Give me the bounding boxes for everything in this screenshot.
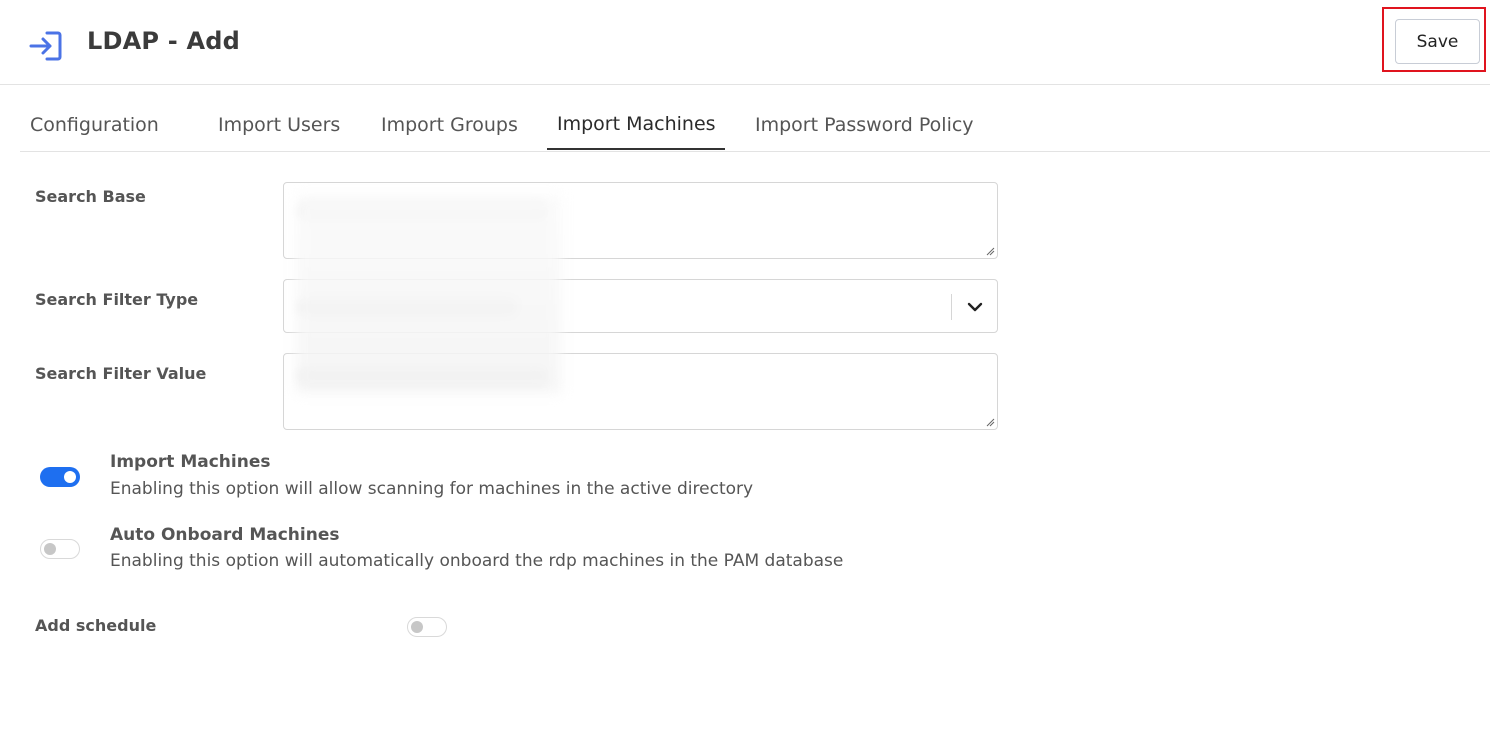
search-filter-type-label: Search Filter Type [35,290,199,309]
import-machines-description: Enabling this option will allow scanning… [110,479,754,499]
login-icon [29,31,62,61]
tab-import-groups[interactable]: Import Groups [381,114,518,136]
add-schedule-label: Add schedule [35,616,157,635]
active-tab-indicator [547,148,725,150]
tab-bar: Configuration Import Users Import Groups… [20,100,1490,152]
search-filter-value-label: Search Filter Value [35,364,207,383]
redaction-overlay [296,195,561,393]
page-header: LDAP - Add Save [0,0,1490,85]
tab-import-password-policy[interactable]: Import Password Policy [755,114,974,136]
auto-onboard-description: Enabling this option will automatically … [110,551,844,571]
toggle-knob [64,471,76,483]
import-machines-toggle[interactable] [40,467,80,487]
resize-grip-icon[interactable] [986,418,995,427]
auto-onboard-toggle[interactable] [40,539,80,559]
select-separator [951,294,952,320]
tab-import-users[interactable]: Import Users [218,114,340,136]
page-title: LDAP - Add [87,27,240,55]
chevron-down-icon[interactable] [964,298,986,316]
search-base-label: Search Base [35,187,146,206]
add-schedule-toggle[interactable] [407,617,447,637]
tab-configuration[interactable]: Configuration [30,114,159,136]
save-button[interactable]: Save [1395,19,1480,64]
resize-grip-icon[interactable] [986,247,995,256]
tab-import-machines[interactable]: Import Machines [557,113,716,135]
auto-onboard-title: Auto Onboard Machines [110,525,340,545]
import-machines-title: Import Machines [110,452,271,472]
toggle-knob [411,621,423,633]
toggle-knob [44,543,56,555]
